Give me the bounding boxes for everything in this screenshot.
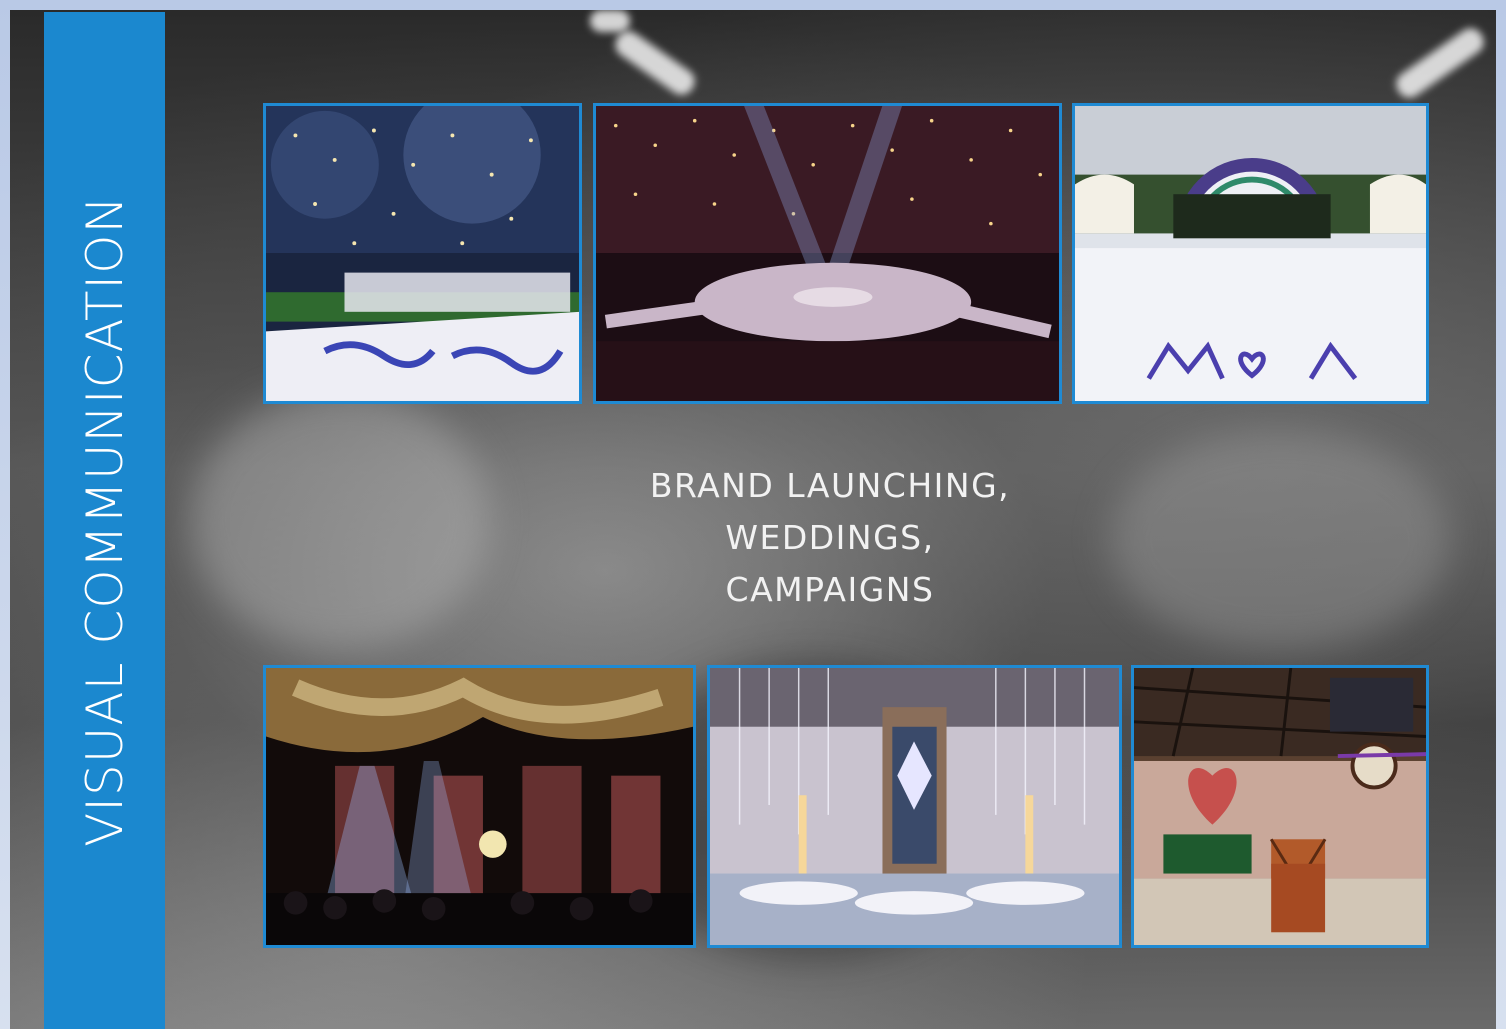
starry-stage-event-photo xyxy=(593,103,1062,404)
slide: VISUAL COMMUNICATION BRAND LAUNCHING, WE… xyxy=(10,10,1496,1029)
caption: BRAND LAUNCHING, WEDDINGS, CAMPAIGNS xyxy=(570,460,1090,616)
photo-icon xyxy=(710,668,1119,945)
ceiling-light xyxy=(1391,23,1489,103)
concert-stage-lights-photo xyxy=(263,665,696,948)
industrial-venue-photo xyxy=(1131,665,1429,948)
photo-icon xyxy=(1134,668,1426,945)
caption-line: BRAND LAUNCHING, xyxy=(649,466,1011,505)
monogram-dance-floor-photo xyxy=(1072,103,1429,404)
photo-icon xyxy=(1075,106,1426,401)
ceiling-light xyxy=(610,26,700,100)
photo-icon xyxy=(596,106,1059,401)
page-frame: VISUAL COMMUNICATION BRAND LAUNCHING, WE… xyxy=(0,0,1506,1029)
sidebar-banner: VISUAL COMMUNICATION xyxy=(44,12,165,1029)
background-blur xyxy=(1110,430,1450,650)
crystal-ballroom-photo xyxy=(707,665,1122,948)
photo-icon xyxy=(266,668,693,945)
sidebar-title: VISUAL COMMUNICATION xyxy=(75,194,134,847)
outdoor-garden-wedding-photo xyxy=(263,103,582,404)
background-blur xyxy=(190,390,490,650)
photo-icon xyxy=(266,106,579,401)
caption-line: WEDDINGS, xyxy=(725,518,935,557)
ceiling-light xyxy=(590,10,630,32)
caption-line: CAMPAIGNS xyxy=(725,570,935,609)
